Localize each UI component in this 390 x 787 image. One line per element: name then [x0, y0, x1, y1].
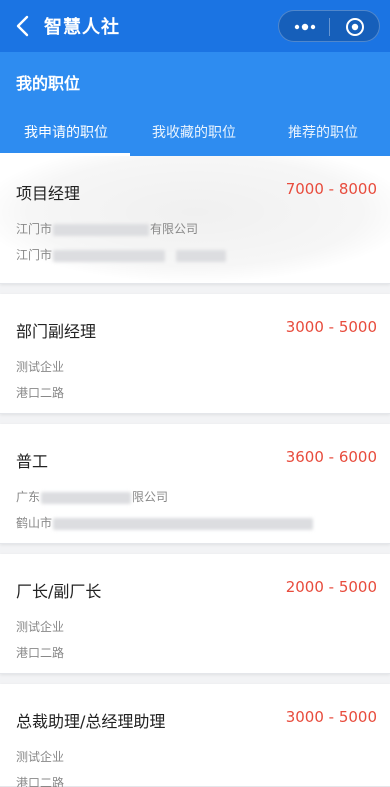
- job-salary: 3600 - 6000: [285, 448, 377, 466]
- job-card[interactable]: 普工 3600 - 6000 广东 限公司 鹤山市: [0, 424, 390, 544]
- company-name: 测试企业: [16, 360, 65, 374]
- job-title: 厂长/副厂长: [16, 582, 102, 601]
- page-header: 我的职位 我申请的职位 我收藏的职位 推荐的职位: [0, 52, 390, 156]
- company-name: 广东 限公司: [16, 488, 168, 505]
- page-title: 我的职位: [16, 74, 81, 93]
- redacted-text: [53, 517, 314, 530]
- target-icon[interactable]: [344, 16, 366, 38]
- job-salary: 7000 - 8000: [285, 180, 377, 198]
- job-title: 总裁助理/总经理助理: [16, 712, 166, 731]
- company-name: 江门市 有限公司: [16, 220, 198, 237]
- job-card[interactable]: 部门副经理 3000 - 5000 测试企业 港口二路: [0, 294, 390, 414]
- company-name: 测试企业: [16, 620, 65, 634]
- job-salary: 2000 - 5000: [285, 578, 377, 596]
- top-nav-bar: 智慧人社: [0, 0, 390, 52]
- company-address: 鹤山市: [16, 514, 314, 531]
- job-title: 部门副经理: [16, 322, 97, 341]
- tab-applied-jobs[interactable]: 我申请的职位: [24, 122, 108, 142]
- job-title: 项目经理: [16, 184, 81, 203]
- company-suffix: 有限公司: [150, 222, 199, 236]
- tab-recommended-jobs[interactable]: 推荐的职位: [288, 122, 358, 142]
- capsule-divider: [329, 18, 330, 36]
- tab-bar: 我申请的职位 我收藏的职位 推荐的职位: [0, 118, 390, 156]
- company-prefix: 江门市: [16, 222, 53, 236]
- address-prefix: 鹤山市: [16, 516, 53, 530]
- company-name: 测试企业: [16, 750, 65, 764]
- redacted-text: [53, 223, 150, 236]
- press-ripple: [0, 156, 390, 282]
- company-address: 港口二路: [16, 386, 65, 400]
- job-card[interactable]: 厂长/副厂长 2000 - 5000 测试企业 港口二路: [0, 554, 390, 674]
- company-address: 江门市: [16, 246, 227, 263]
- job-salary: 3000 - 5000: [285, 708, 377, 726]
- company-address: 港口二路: [16, 776, 65, 787]
- job-title: 普工: [16, 452, 49, 471]
- mini-program-capsule: [278, 10, 380, 42]
- app-title: 智慧人社: [44, 17, 120, 38]
- tab-favorite-jobs[interactable]: 我收藏的职位: [152, 122, 236, 142]
- address-prefix: 江门市: [16, 248, 53, 262]
- redacted-text: [41, 491, 132, 504]
- job-list: 项目经理 7000 - 8000 江门市 有限公司 江门市 部门副经理 3000 …: [0, 156, 390, 787]
- redacted-text: [176, 249, 227, 262]
- company-prefix: 广东: [16, 490, 41, 504]
- job-card[interactable]: 项目经理 7000 - 8000 江门市 有限公司 江门市: [0, 156, 390, 284]
- more-dots-icon[interactable]: [291, 18, 319, 36]
- job-salary: 3000 - 5000: [285, 318, 377, 336]
- company-address: 港口二路: [16, 646, 65, 660]
- job-card[interactable]: 总裁助理/总经理助理 3000 - 5000 测试企业 港口二路: [0, 684, 390, 787]
- redacted-text: [53, 249, 166, 262]
- back-arrow-icon[interactable]: [12, 13, 34, 39]
- company-suffix: 限公司: [132, 490, 169, 504]
